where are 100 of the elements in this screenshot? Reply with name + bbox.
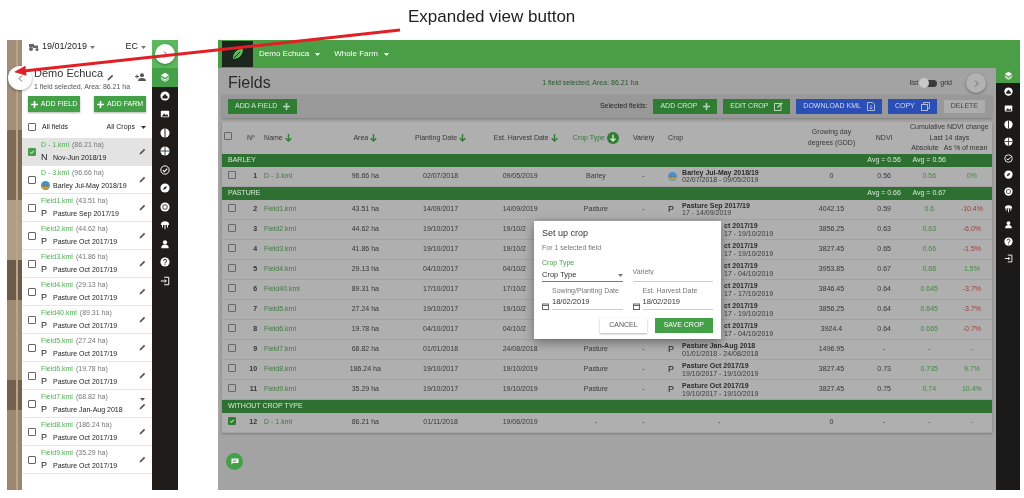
checkbox[interactable] — [224, 132, 232, 140]
checkbox[interactable] — [228, 170, 236, 179]
tractor-icon — [28, 43, 39, 51]
crop-letter: P — [41, 349, 48, 359]
crop-letter: P — [41, 265, 48, 275]
contrast-icon — [1003, 120, 1013, 130]
crop-photo-icon — [41, 181, 50, 191]
pencil-icon — [139, 204, 146, 211]
checkbox[interactable] — [28, 147, 36, 156]
pencil-icon — [139, 372, 146, 379]
checkbox[interactable] — [228, 343, 236, 352]
down-arrow-icon — [550, 133, 558, 142]
caret-icon — [141, 125, 146, 129]
crop-letter: P — [41, 377, 48, 387]
chevron-right-icon — [162, 50, 168, 58]
crop-letter: P — [41, 461, 48, 471]
checkbox[interactable] — [28, 455, 36, 464]
down-arrow-icon — [370, 133, 378, 142]
date-selector[interactable]: 19/01/2019 — [42, 40, 88, 54]
chevron-left-icon — [17, 74, 23, 82]
caret-icon — [617, 273, 623, 277]
pencil-icon — [139, 232, 146, 239]
help-icon — [160, 257, 170, 268]
checkbox[interactable] — [28, 343, 36, 352]
checkbox[interactable] — [228, 263, 236, 272]
contrast-icon — [160, 127, 170, 138]
image-icon — [160, 109, 170, 120]
checkbox[interactable] — [228, 283, 236, 292]
crop-letter: P — [668, 204, 676, 214]
checkbox[interactable] — [28, 203, 36, 212]
chat-icon — [230, 458, 239, 465]
house-icon — [160, 90, 170, 101]
pencil-icon — [139, 260, 146, 267]
help-icon — [1003, 237, 1013, 247]
logout-icon — [1003, 253, 1013, 263]
checkbox[interactable] — [228, 323, 236, 332]
globe-icon — [160, 146, 170, 157]
check-icon — [160, 164, 170, 175]
edit-icon — [774, 102, 784, 111]
circle-arrow-icon — [607, 131, 619, 144]
checkbox[interactable] — [28, 315, 36, 324]
checkbox[interactable] — [28, 427, 36, 436]
chat-button[interactable] — [226, 453, 243, 470]
crop-letter: N — [41, 153, 49, 163]
checkbox[interactable] — [28, 123, 36, 131]
layers-icon — [1003, 71, 1013, 80]
checkbox[interactable] — [228, 243, 236, 252]
crop-letter: P — [668, 345, 676, 354]
checkbox[interactable] — [28, 175, 36, 184]
checkbox[interactable] — [228, 383, 236, 392]
pencil-icon — [139, 148, 146, 155]
image-icon — [1003, 103, 1013, 113]
pencil-icon — [107, 74, 115, 81]
pencil-icon — [139, 316, 146, 323]
check-icon — [1003, 153, 1013, 163]
pencil-icon — [139, 456, 146, 463]
plus-icon — [703, 103, 711, 110]
annotation-text: Expanded view button — [408, 6, 576, 28]
pencil-icon — [139, 428, 146, 435]
crop-letter: P — [41, 293, 48, 303]
add-person-icon — [135, 73, 146, 81]
logout-icon — [160, 275, 170, 286]
crop-letter: P — [41, 321, 48, 331]
caret-icon — [141, 45, 146, 49]
calendar-icon — [542, 302, 549, 310]
layers-icon — [160, 72, 170, 83]
farm-code[interactable]: EC — [125, 40, 138, 54]
checkbox[interactable] — [228, 223, 236, 232]
crop-letter: P — [41, 433, 48, 443]
globe-icon — [1003, 136, 1013, 146]
pencil-icon — [139, 176, 146, 183]
view-toggle[interactable] — [921, 79, 938, 87]
checkbox[interactable] — [228, 363, 236, 372]
page-title: Fields — [228, 73, 271, 93]
checkbox[interactable] — [28, 231, 36, 240]
leaf-icon — [230, 47, 245, 61]
person-icon — [1003, 220, 1013, 230]
checkbox[interactable] — [228, 303, 236, 312]
caret-icon — [90, 45, 96, 49]
checkbox[interactable] — [228, 203, 236, 212]
farm-dropdown[interactable]: Demo Echuca — [259, 48, 310, 60]
crop-letter: P — [41, 405, 48, 415]
caret-icon — [383, 52, 389, 56]
scope-dropdown[interactable]: Whole Farm — [334, 48, 378, 60]
file-icon — [866, 102, 875, 111]
plus-icon — [96, 100, 104, 108]
compass-icon — [1003, 170, 1013, 180]
down-arrow-icon — [284, 133, 292, 142]
checkbox[interactable] — [28, 399, 36, 408]
caret-icon — [315, 52, 321, 56]
checkbox[interactable] — [28, 287, 36, 296]
chevron-right-icon — [973, 79, 979, 87]
checkbox[interactable] — [28, 371, 36, 380]
pencil-icon — [139, 344, 146, 351]
person-icon — [160, 238, 170, 249]
house-icon — [1003, 86, 1013, 96]
crop-letter: P — [668, 365, 676, 374]
crop-letter: P — [668, 385, 676, 394]
checkbox[interactable] — [228, 416, 236, 425]
checkbox[interactable] — [28, 259, 36, 268]
